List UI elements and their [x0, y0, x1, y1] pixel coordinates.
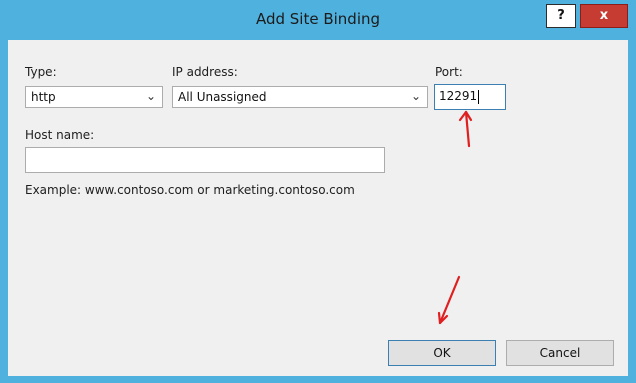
dialog-title: Add Site Binding — [255, 10, 381, 28]
example-text: Example: www.contoso.com or marketing.co… — [25, 183, 355, 197]
host-name-label: Host name: — [25, 128, 95, 142]
port-label: Port: — [435, 65, 463, 79]
type-label: Type: — [25, 65, 57, 79]
type-value: http — [31, 90, 56, 104]
cancel-button[interactable]: Cancel — [506, 340, 614, 366]
port-value: 12291 — [439, 89, 480, 104]
ip-address-value: All Unassigned — [178, 90, 267, 104]
chevron-down-icon: ⌄ — [145, 89, 156, 103]
close-button[interactable]: x — [580, 4, 628, 28]
ip-address-label: IP address: — [172, 65, 238, 79]
ip-address-dropdown[interactable]: All Unassigned ⌄ — [172, 86, 428, 108]
type-dropdown[interactable]: http ⌄ — [25, 86, 163, 108]
help-button[interactable]: ? — [546, 4, 576, 28]
host-name-input[interactable] — [25, 147, 385, 173]
add-site-binding-dialog: Add Site Binding ? x Type: http ⌄ IP add… — [0, 0, 636, 383]
chevron-down-icon: ⌄ — [410, 89, 421, 103]
port-input[interactable]: 12291 — [434, 84, 506, 110]
dialog-body: Type: http ⌄ IP address: All Unassigned … — [8, 40, 628, 376]
ok-button[interactable]: OK — [388, 340, 496, 366]
text-caret — [478, 89, 480, 104]
title-bar[interactable]: Add Site Binding ? x — [0, 0, 636, 40]
